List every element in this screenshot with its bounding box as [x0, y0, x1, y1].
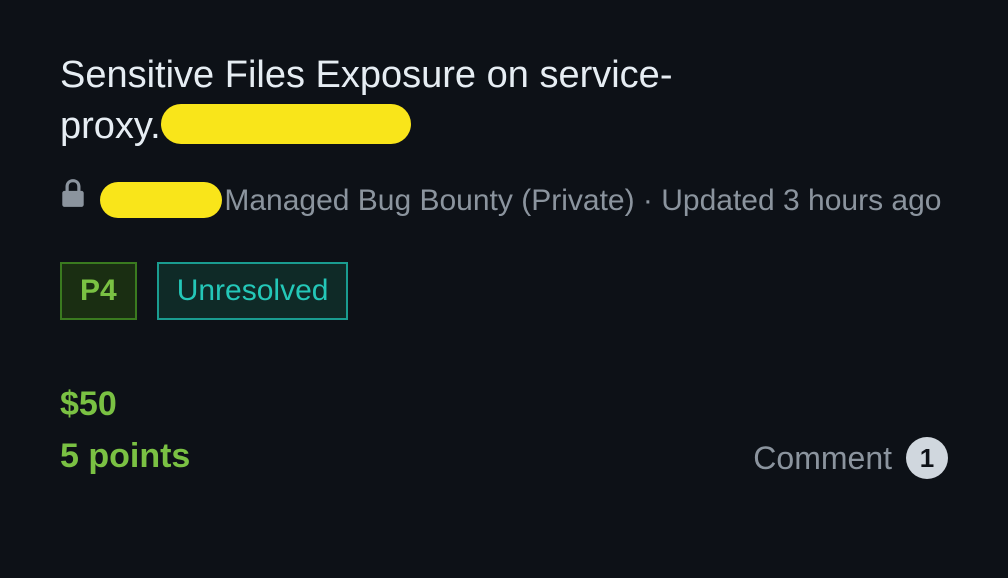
program-suffix: Managed Bug Bounty (Private)	[224, 184, 634, 217]
status-text: Unresolved	[177, 274, 329, 308]
title-text-line2-prefix: proxy.	[60, 105, 161, 147]
reward-points: 5 points	[60, 430, 190, 483]
lock-icon	[60, 175, 86, 223]
badges-row: P4 Unresolved	[60, 262, 948, 320]
title-text-line1: Sensitive Files Exposure on service-	[60, 54, 672, 96]
comment-label: Comment	[753, 440, 892, 477]
reward-amount: $50	[60, 378, 190, 431]
priority-text: P4	[80, 274, 117, 308]
rewards-block: $50 5 points	[60, 378, 190, 483]
bottom-row: $50 5 points Comment 1	[60, 378, 948, 483]
comment-link[interactable]: Comment 1	[753, 437, 948, 483]
comment-count-badge: 1	[906, 437, 948, 479]
redacted-title-segment	[161, 104, 411, 144]
report-meta: Managed Bug Bounty (Private) · Updated 3…	[60, 177, 948, 226]
report-title[interactable]: Sensitive Files Exposure on service- pro…	[60, 50, 948, 153]
redacted-program-name	[100, 182, 222, 218]
meta-separator: ·	[635, 184, 662, 217]
priority-badge[interactable]: P4	[60, 262, 137, 320]
status-badge[interactable]: Unresolved	[157, 262, 349, 320]
updated-time: Updated 3 hours ago	[661, 184, 941, 217]
